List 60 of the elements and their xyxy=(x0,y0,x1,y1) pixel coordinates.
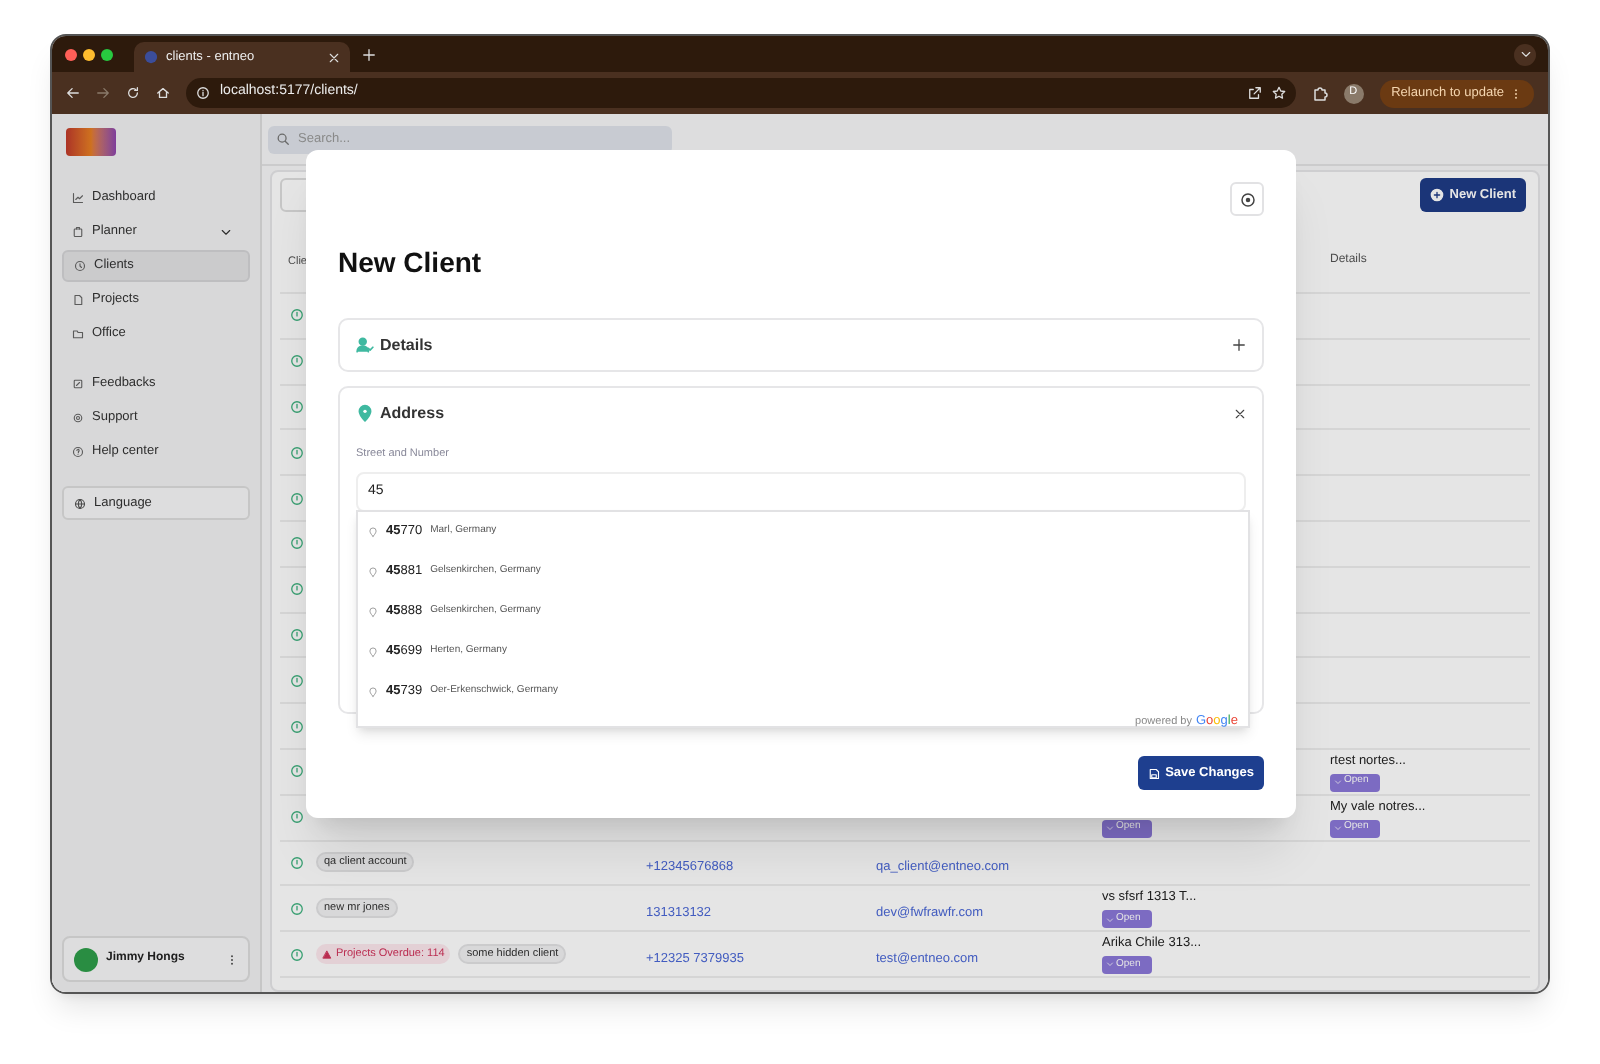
person-icon xyxy=(356,336,374,354)
status-icon xyxy=(290,719,304,734)
status-icon xyxy=(290,673,304,688)
status-icon xyxy=(290,855,304,870)
section-header[interactable]: Details xyxy=(356,320,1246,370)
map-pin-icon xyxy=(368,526,378,538)
chevron-down-icon xyxy=(1334,824,1342,833)
map-pin-icon xyxy=(368,606,378,618)
forward-arrow-icon xyxy=(96,86,110,100)
chevron-down-icon xyxy=(1334,778,1342,787)
status-icon xyxy=(290,445,304,460)
plus-circle-icon xyxy=(1429,188,1444,202)
nav-icon xyxy=(72,378,84,390)
map-pin-icon xyxy=(368,566,378,578)
avatar xyxy=(74,947,98,971)
chevron-down-icon xyxy=(1106,915,1114,924)
chevron-down-icon xyxy=(1106,824,1114,833)
nav-icon xyxy=(74,260,86,272)
map-pin-icon xyxy=(356,404,374,422)
dialog-title: New Client xyxy=(338,244,484,282)
status-icon xyxy=(290,536,304,551)
star-icon xyxy=(1271,86,1286,100)
reload-icon xyxy=(126,86,140,100)
home-icon xyxy=(156,86,170,100)
nav-icon xyxy=(72,412,84,424)
map-pin-icon xyxy=(368,646,378,658)
back-arrow-icon xyxy=(66,86,80,100)
search-icon xyxy=(276,132,290,146)
chevron-down-icon xyxy=(1519,48,1531,60)
status-icon xyxy=(290,354,304,369)
close-icon xyxy=(328,51,340,63)
map-pin-icon xyxy=(368,686,378,698)
status-icon xyxy=(290,399,304,414)
info-icon xyxy=(196,86,210,100)
nav-icon xyxy=(72,446,84,458)
logo-image xyxy=(66,128,116,156)
status-icon xyxy=(290,764,304,779)
status-icon xyxy=(290,810,304,825)
more-icon xyxy=(1510,87,1522,99)
status-icon xyxy=(290,308,304,323)
section-header[interactable]: Address xyxy=(356,388,1246,438)
nav-icon xyxy=(72,294,84,306)
close-button[interactable] xyxy=(1230,182,1264,216)
extension-icon xyxy=(1311,85,1328,101)
status-icon xyxy=(290,582,304,597)
tab-menu-button[interactable] xyxy=(1514,43,1536,65)
share-icon xyxy=(1247,86,1262,100)
nav-icon xyxy=(72,328,84,340)
status-icon xyxy=(290,491,304,506)
nav-icon xyxy=(72,192,84,204)
status-icon xyxy=(290,627,304,642)
status-icon xyxy=(290,947,304,962)
save-icon xyxy=(1147,767,1160,779)
warning-icon xyxy=(322,949,332,960)
chevron-down-icon xyxy=(1106,960,1114,969)
status-icon xyxy=(290,901,304,916)
window-controls-icon[interactable] xyxy=(64,47,114,61)
nav-icon xyxy=(72,226,84,238)
more-icon xyxy=(226,953,238,965)
plus-icon xyxy=(362,47,376,61)
